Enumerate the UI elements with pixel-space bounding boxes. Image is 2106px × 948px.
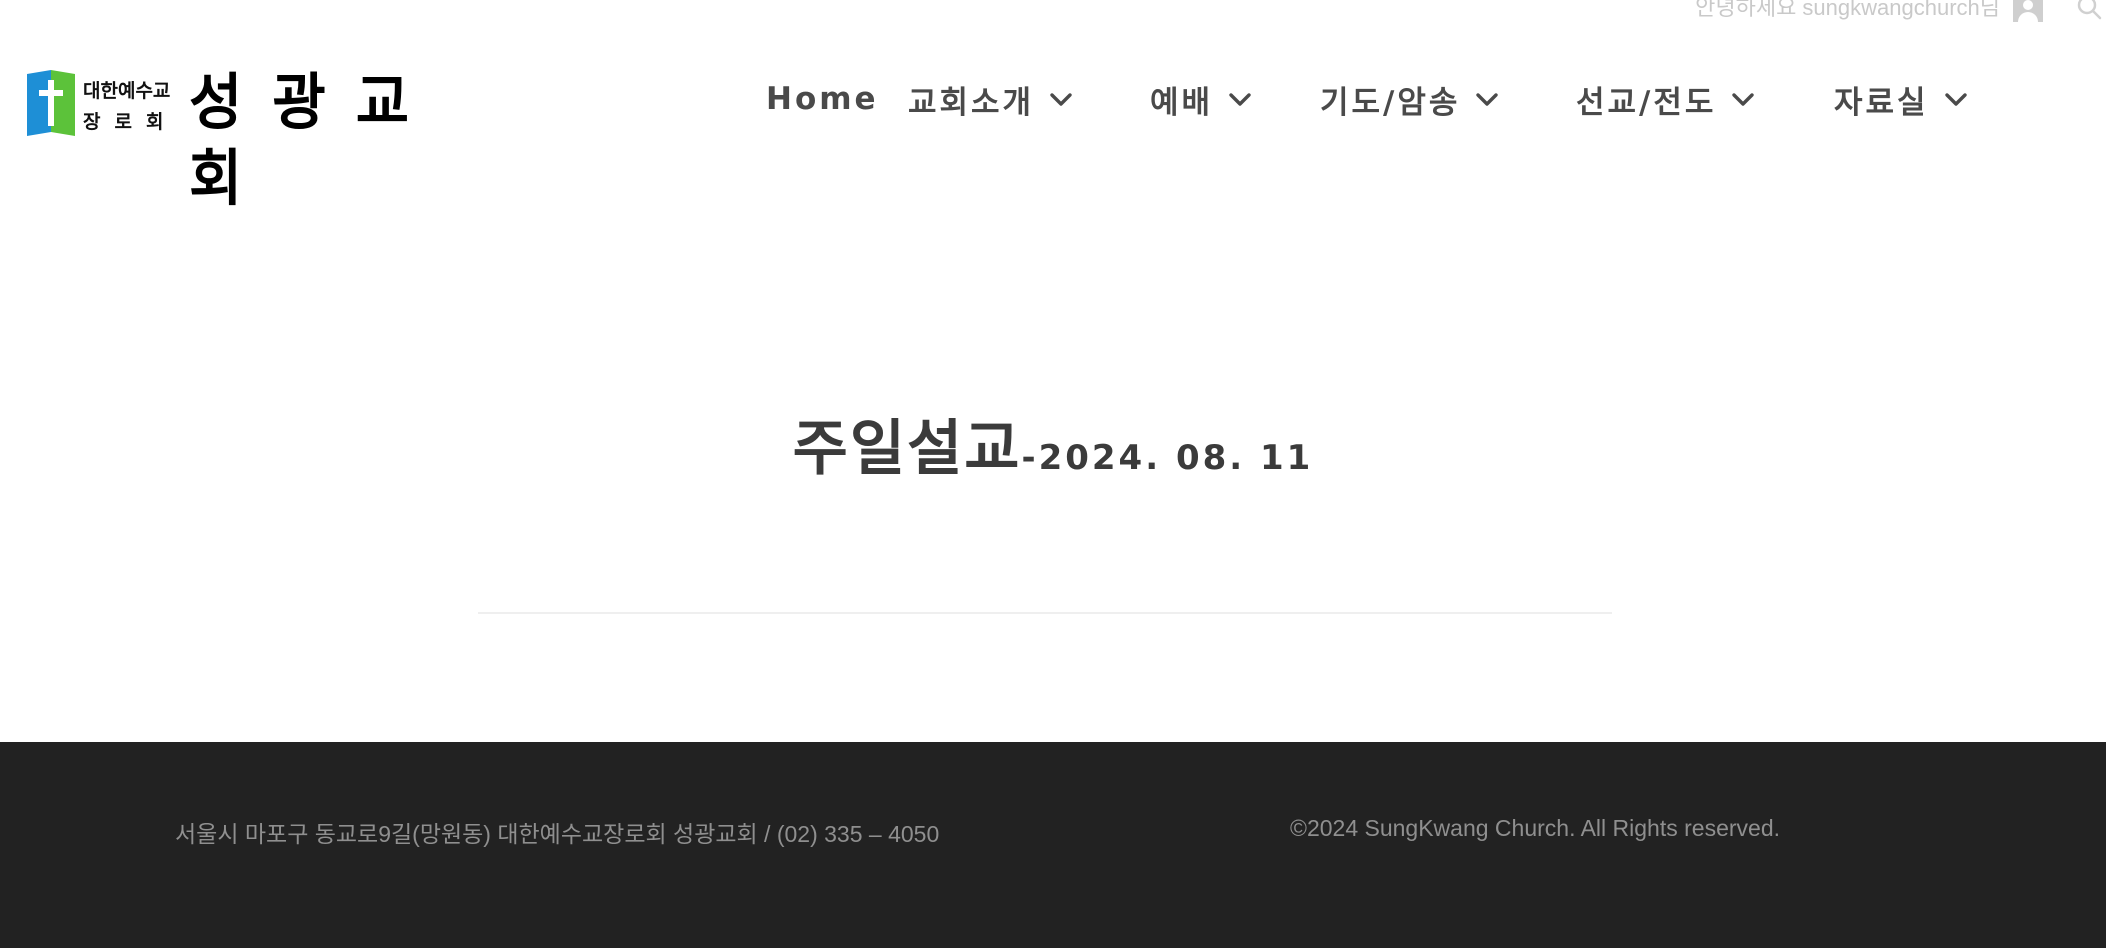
nav-item-label: 선교/전도 <box>1576 84 1717 121</box>
nav-item-about[interactable]: 교회소개 <box>908 74 1074 124</box>
nav-item-label: 기도/암송 <box>1320 84 1461 121</box>
user-greeting[interactable]: 안녕하세요 sungkwangchurch님 <box>1695 0 2000 22</box>
chevron-down-icon <box>1229 93 1251 106</box>
chevron-down-icon <box>1732 93 1755 106</box>
user-icon[interactable] <box>2013 0 2043 22</box>
logo-denomination-line2: 장로회 <box>83 111 178 133</box>
logo-denomination-line1: 대한예수교 <box>83 80 171 102</box>
nav-item-home[interactable]: Home <box>766 74 879 124</box>
site-footer: 서울시 마포구 동교로9길(망원동) 대한예수교장로회 성광교회 / (02) … <box>0 742 2106 948</box>
chevron-down-icon <box>1050 93 1072 106</box>
cross-logo-icon <box>27 70 75 136</box>
nav-item-prayer[interactable]: 기도/암송 <box>1320 74 1500 124</box>
page-title-date: -2024. 08. 11 <box>1021 438 1314 478</box>
chevron-down-icon <box>1476 93 1499 106</box>
search-icon[interactable] <box>2076 0 2102 20</box>
nav-item-worship[interactable]: 예배 <box>1150 74 1253 124</box>
page-title-text: 주일설교 <box>792 414 1022 484</box>
nav-item-resources[interactable]: 자료실 <box>1834 74 1969 124</box>
content-divider <box>478 612 1612 614</box>
page-title: 주일설교-2024. 08. 11 <box>0 400 2106 487</box>
nav-item-label: Home <box>766 81 879 117</box>
site-logo[interactable]: 대한예수교 장로회 성광교회 <box>27 67 487 214</box>
top-utility-bar: 안녕하세요 sungkwangchurch님 <box>1106 0 2106 22</box>
logo-denomination: 대한예수교 장로회 <box>83 76 203 138</box>
chevron-down-icon <box>1944 93 1967 106</box>
nav-item-label: 교회소개 <box>908 84 1035 121</box>
nav-item-label: 예배 <box>1150 84 1214 121</box>
footer-copyright: ©2024 SungKwang Church. All Rights reser… <box>1290 815 1780 841</box>
nav-item-mission[interactable]: 선교/전도 <box>1576 74 1756 124</box>
nav-item-label: 자료실 <box>1834 84 1929 121</box>
footer-address: 서울시 마포구 동교로9길(망원동) 대한예수교장로회 성광교회 / (02) … <box>175 821 940 847</box>
logo-church-name: 성광교회 <box>189 66 440 214</box>
